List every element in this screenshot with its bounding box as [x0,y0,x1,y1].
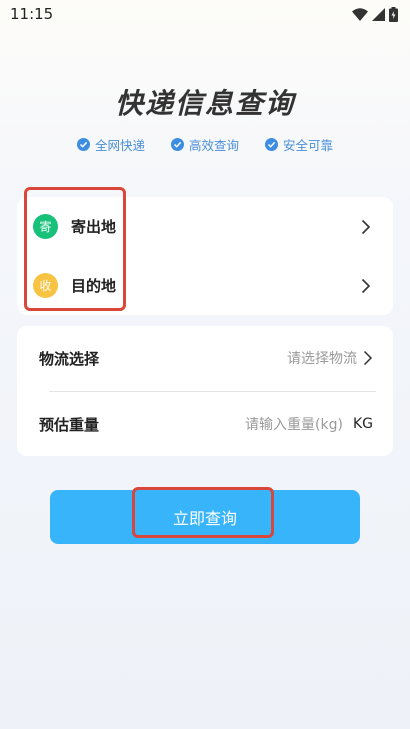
chevron-right-icon [361,278,371,293]
status-icons [352,6,398,22]
receiver-badge: 收 [33,273,58,298]
feature-label: 安全可靠 [283,138,334,153]
status-bar: 11:15 [0,0,410,28]
receiver-row[interactable]: 收 目的地 [17,256,393,315]
logistics-value: 请选择物流 [287,351,357,367]
sender-badge: 寄 [33,214,58,239]
chevron-right-icon [363,350,373,366]
feature-label: 高效查询 [188,138,239,153]
weight-input[interactable]: 请输入重量(kg) [245,414,343,434]
options-card: 物流选择 请选择物流 预估重量 请输入重量(kg) KG [17,326,393,456]
query-button-label: 立即查询 [172,509,237,528]
weight-label: 预估重量 [39,415,100,434]
weight-unit: KG [352,416,373,432]
logistics-select[interactable]: 请选择物流 [287,348,373,368]
logistics-row[interactable]: 物流选择 请选择物流 [17,326,393,390]
receiver-label: 目的地 [71,277,117,295]
query-button[interactable]: 立即查询 [50,490,360,544]
check-circle-icon [76,138,90,151]
feature-item: 高效查询 [170,135,239,154]
status-time: 11:15 [10,5,54,23]
battery-icon [389,6,398,22]
feature-list: 全网快递 高效查询 安全可靠 [0,135,410,154]
wifi-icon [352,7,368,21]
route-card: 寄 寄出地 收 目的地 [17,197,393,315]
page-title: 快递信息查询 [114,87,295,120]
weight-row: 预估重量 请输入重量(kg) KG [17,392,393,456]
signal-icon [372,7,385,21]
feature-item: 全网快递 [76,135,145,154]
logistics-label: 物流选择 [39,349,100,368]
feature-item: 安全可靠 [265,135,333,154]
sender-row[interactable]: 寄 寄出地 [17,197,393,256]
check-circle-icon [170,138,184,151]
weight-field-group: 请输入重量(kg) KG [245,414,373,434]
feature-label: 全网快递 [94,138,145,153]
chevron-right-icon [361,219,371,234]
sender-label: 寄出地 [71,218,117,236]
check-circle-icon [265,138,278,151]
